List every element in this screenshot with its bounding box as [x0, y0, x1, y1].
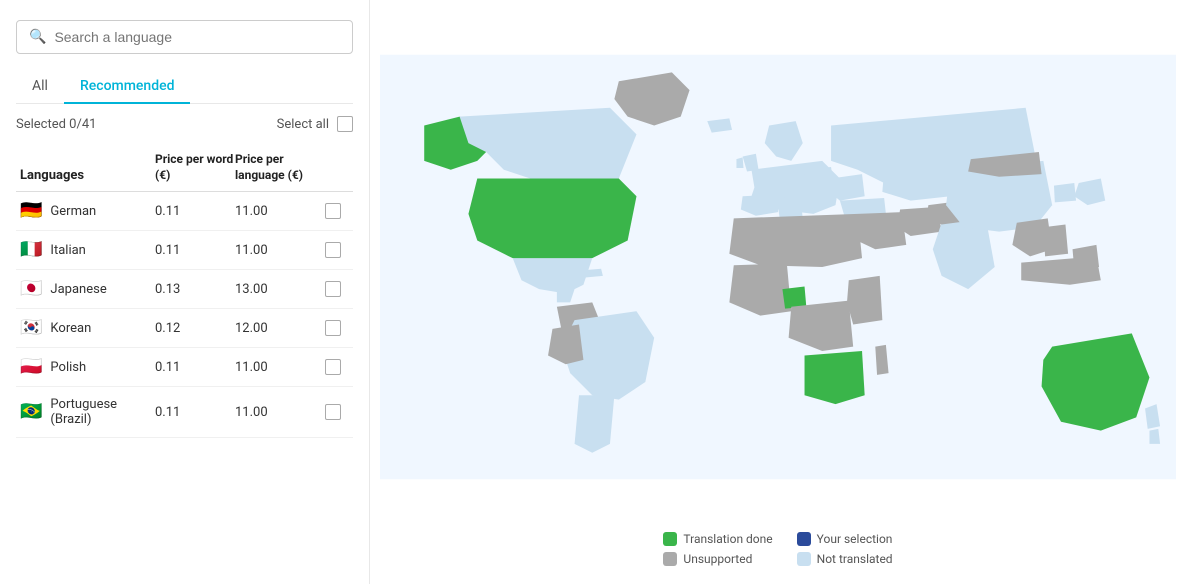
legend-translation-done: Translation done — [663, 532, 772, 546]
row-checkbox-2[interactable] — [325, 281, 341, 297]
flag-icon: 🇰🇷 — [20, 319, 42, 337]
price-lang-cell: 11.00 — [235, 243, 325, 258]
price-lang-cell: 13.00 — [235, 282, 325, 297]
flag-icon: 🇩🇪 — [20, 202, 42, 220]
left-panel: 🔍 All Recommended Selected 0/41 Select a… — [0, 0, 370, 584]
price-word-cell: 0.11 — [155, 360, 235, 375]
price-lang-cell: 11.00 — [235, 405, 325, 420]
north-africa — [729, 214, 862, 267]
price-word-cell: 0.11 — [155, 204, 235, 219]
select-all-checkbox[interactable] — [337, 116, 353, 132]
search-input[interactable] — [54, 29, 340, 45]
legend-label-unsupported: Unsupported — [683, 552, 752, 566]
legend-your-selection: Your selection — [797, 532, 893, 546]
lang-name-label: German — [50, 204, 96, 219]
poland — [805, 167, 834, 187]
legend-unsupported: Unsupported — [663, 552, 772, 566]
flag-icon: 🇯🇵 — [20, 280, 42, 298]
row-checkbox-1[interactable] — [325, 242, 341, 258]
price-word-cell: 0.13 — [155, 282, 235, 297]
legend-not-translated: Not translated — [797, 552, 893, 566]
lang-name-label: Korean — [50, 321, 91, 336]
table-row: 🇯🇵 Japanese 0.13 13.00 — [16, 270, 353, 309]
lang-name-label: Polish — [50, 360, 86, 375]
header-price-lang: Price per language (€) — [235, 152, 325, 183]
tab-all[interactable]: All — [16, 70, 64, 104]
table-header: Languages Price per word (€) Price per l… — [16, 144, 353, 192]
legend-label-not-translated: Not translated — [817, 552, 893, 566]
table-row: 🇮🇹 Italian 0.11 11.00 — [16, 231, 353, 270]
table-row: 🇩🇪 German 0.11 11.00 — [16, 192, 353, 231]
lang-name-cell: 🇩🇪 German — [16, 202, 155, 220]
flag-icon: 🇮🇹 — [20, 241, 42, 259]
world-map — [380, 10, 1176, 524]
lang-name-cell: 🇮🇹 Italian — [16, 241, 155, 259]
header-price-word: Price per word (€) — [155, 152, 235, 183]
lang-name-cell: 🇵🇱 Polish — [16, 358, 155, 376]
map-legend: Translation done Unsupported Your select… — [647, 524, 908, 574]
language-list: 🇩🇪 German 0.11 11.00 🇮🇹 Italian 0.11 11.… — [16, 192, 353, 564]
map-svg — [380, 10, 1176, 524]
flag-icon: 🇧🇷 — [20, 403, 42, 421]
lang-name-label: Japanese — [50, 282, 106, 297]
legend-dot-your-selection — [797, 532, 811, 546]
select-row: Selected 0/41 Select all — [16, 116, 353, 132]
row-checkbox-4[interactable] — [325, 359, 341, 375]
lang-name-label: Portuguese (Brazil) — [50, 397, 155, 427]
flag-icon: 🇵🇱 — [20, 358, 42, 376]
legend-label-translation-done: Translation done — [683, 532, 772, 546]
ireland — [736, 157, 743, 168]
price-lang-cell: 11.00 — [235, 360, 325, 375]
search-box: 🔍 — [16, 20, 353, 54]
tab-recommended[interactable]: Recommended — [64, 70, 191, 104]
selection-count: Selected 0/41 — [16, 117, 96, 132]
east-africa — [847, 276, 882, 325]
select-all-area: Select all — [277, 116, 353, 132]
lang-name-cell: 🇰🇷 Korean — [16, 319, 155, 337]
lang-name-cell: 🇧🇷 Portuguese (Brazil) — [16, 397, 155, 427]
tabs: All Recommended — [16, 70, 353, 104]
legend-label-your-selection: Your selection — [817, 532, 893, 546]
new-zealand-south — [1149, 429, 1160, 444]
korea — [1054, 183, 1076, 202]
legend-col-left: Translation done Unsupported — [663, 532, 772, 566]
table-row: 🇧🇷 Portuguese (Brazil) 0.11 11.00 — [16, 387, 353, 438]
south-africa — [805, 351, 865, 404]
right-panel: Translation done Unsupported Your select… — [370, 0, 1186, 584]
search-icon: 🔍 — [29, 29, 46, 45]
price-word-cell: 0.12 — [155, 321, 235, 336]
legend-dot-translation-done — [663, 532, 677, 546]
select-all-label: Select all — [277, 117, 329, 132]
price-lang-cell: 11.00 — [235, 204, 325, 219]
price-word-cell: 0.11 — [155, 243, 235, 258]
row-checkbox-0[interactable] — [325, 203, 341, 219]
price-word-cell: 0.11 — [155, 405, 235, 420]
row-checkbox-3[interactable] — [325, 320, 341, 336]
lang-name-cell: 🇯🇵 Japanese — [16, 280, 155, 298]
table-row: 🇰🇷 Korean 0.12 12.00 — [16, 309, 353, 348]
header-language: Languages — [16, 168, 155, 183]
legend-dot-not-translated — [797, 552, 811, 566]
legend-col-right: Your selection Not translated — [797, 532, 893, 566]
nigeria — [782, 286, 806, 308]
table-row: 🇵🇱 Polish 0.11 11.00 — [16, 348, 353, 387]
argentina — [575, 395, 615, 452]
vietnam — [1043, 225, 1068, 257]
legend-dot-unsupported — [663, 552, 677, 566]
turkey — [840, 198, 886, 216]
lang-name-label: Italian — [50, 243, 85, 258]
row-checkbox-5[interactable] — [325, 404, 341, 420]
price-lang-cell: 12.00 — [235, 321, 325, 336]
